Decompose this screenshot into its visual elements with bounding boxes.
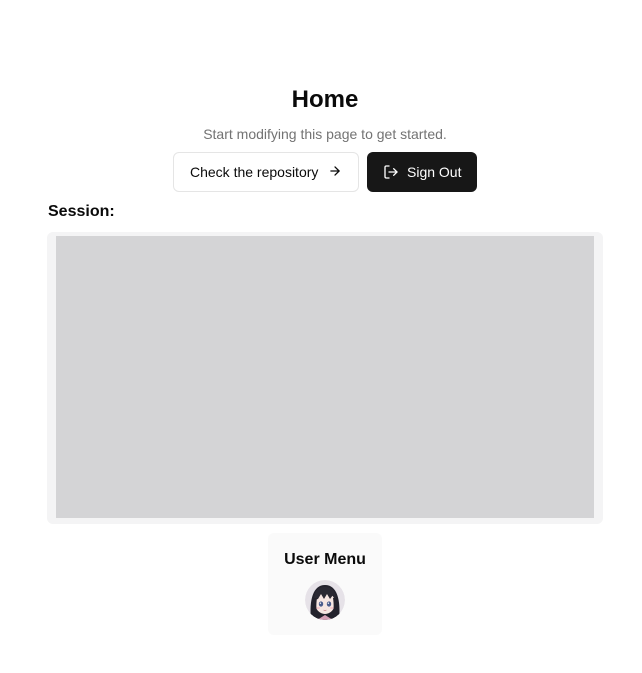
sign-out-label: Sign Out <box>407 164 462 180</box>
user-menu: User Menu <box>268 533 382 635</box>
log-out-icon <box>383 164 399 180</box>
page-subtitle: Start modifying this page to get started… <box>203 126 447 142</box>
avatar-image <box>305 580 345 620</box>
check-repository-button[interactable]: Check the repository <box>173 152 359 192</box>
page-title: Home <box>291 86 359 113</box>
session-content <box>56 236 594 518</box>
page: Home Start modifying this page to get st… <box>0 0 642 673</box>
check-repository-label: Check the repository <box>190 164 319 180</box>
arrow-right-icon <box>328 164 342 181</box>
sign-out-button[interactable]: Sign Out <box>367 152 477 192</box>
session-label: Session: <box>48 203 115 220</box>
avatar[interactable] <box>305 580 345 620</box>
user-menu-title: User Menu <box>284 551 366 568</box>
